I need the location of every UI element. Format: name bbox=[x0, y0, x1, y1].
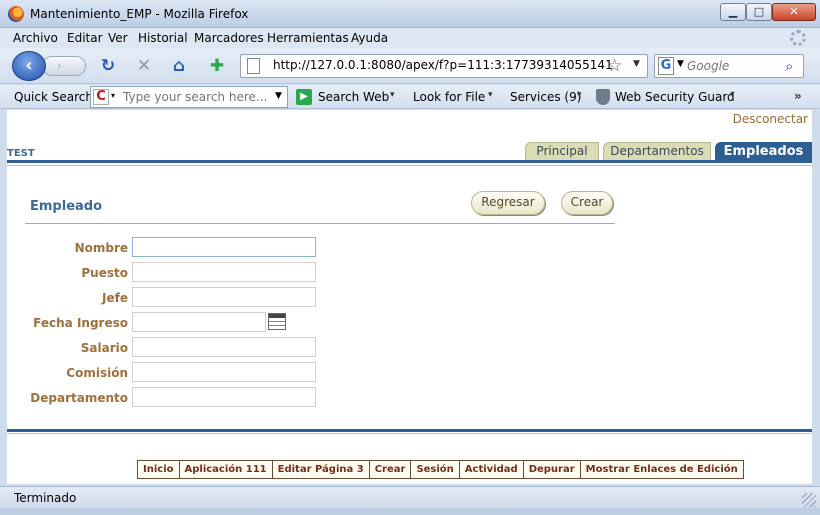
addon-icon[interactable]: ✚ bbox=[207, 57, 227, 77]
services-button[interactable]: Services (9) bbox=[510, 90, 581, 104]
google-engine-icon[interactable]: G bbox=[658, 57, 674, 75]
menu-archivo[interactable]: Archivo bbox=[13, 31, 58, 45]
navigation-toolbar: › ‹ ↻ ✕ ⌂ ✚ ☆ ▼ G ▼ ⌕ bbox=[0, 48, 820, 84]
nombre-field[interactable] bbox=[132, 237, 316, 257]
footer-divider bbox=[7, 429, 812, 432]
look-for-file-dropdown-icon[interactable]: ▾ bbox=[488, 90, 493, 100]
tab-bar: Principal Departamentos Empleados bbox=[7, 140, 812, 160]
quick-search-label: Quick Search: bbox=[14, 90, 98, 104]
developer-toolbar: Inicio Aplicación 111 Editar Página 3 Cr… bbox=[137, 460, 744, 479]
close-window-button[interactable]: ✕ bbox=[772, 3, 816, 21]
search-icon[interactable]: ⌕ bbox=[785, 57, 793, 75]
home-icon[interactable]: ⌂ bbox=[169, 57, 189, 77]
status-bar: Terminado bbox=[0, 486, 820, 508]
quick-search-box[interactable]: C ▾ ▼ bbox=[90, 86, 288, 108]
resize-grip-icon[interactable] bbox=[802, 493, 816, 507]
menu-ver[interactable]: Ver bbox=[108, 31, 128, 45]
window-frame-bottom bbox=[0, 508, 820, 515]
c-engine-dropdown-icon[interactable]: ▾ bbox=[111, 91, 115, 100]
comision-label: Comisión bbox=[66, 366, 128, 380]
fecha-ingreso-label: Fecha Ingreso bbox=[33, 316, 128, 330]
salario-field[interactable] bbox=[132, 337, 316, 357]
tab-departamentos[interactable]: Departamentos bbox=[603, 142, 711, 160]
throbber-icon bbox=[790, 30, 806, 46]
departamento-field[interactable] bbox=[132, 387, 316, 407]
look-for-file-button[interactable]: Look for File bbox=[413, 90, 485, 104]
back-button[interactable]: ‹ bbox=[12, 51, 46, 81]
search-input[interactable] bbox=[687, 59, 781, 73]
menu-ayuda[interactable]: Ayuda bbox=[351, 31, 388, 45]
stop-icon[interactable]: ✕ bbox=[134, 57, 154, 77]
chevron-right-icon[interactable]: » bbox=[794, 89, 802, 103]
departamento-label: Departamento bbox=[30, 391, 128, 405]
dev-mostrar-enlaces-link[interactable]: Mostrar Enlaces de Edición bbox=[581, 461, 743, 478]
crear-button[interactable]: Crear bbox=[561, 191, 613, 215]
services-dropdown-icon[interactable]: ▾ bbox=[577, 90, 582, 100]
menu-marcadores[interactable]: Marcadores bbox=[194, 31, 264, 45]
search-toolbar: Quick Search: C ▾ ▼ ▶ Search Web ▾ Look … bbox=[0, 85, 820, 109]
dev-crear-link[interactable]: Crear bbox=[370, 461, 412, 478]
dev-sesion-link[interactable]: Sesión bbox=[411, 461, 460, 478]
fecha-ingreso-field[interactable] bbox=[132, 312, 266, 332]
quick-search-input[interactable] bbox=[123, 90, 269, 104]
web-security-guard-dropdown-icon[interactable]: ▾ bbox=[730, 90, 735, 100]
quick-search-dropdown-icon[interactable]: ▼ bbox=[275, 91, 282, 101]
search-web-button[interactable]: Search Web bbox=[318, 90, 389, 104]
search-bar[interactable]: G ▼ ⌕ bbox=[654, 54, 804, 78]
bookmark-star-icon[interactable]: ☆ bbox=[607, 56, 622, 76]
forward-button[interactable]: › bbox=[42, 56, 86, 76]
menu-editar[interactable]: Editar bbox=[67, 31, 103, 45]
salario-label: Salario bbox=[80, 341, 128, 355]
region-title: Empleado bbox=[30, 199, 103, 214]
comision-field[interactable] bbox=[132, 362, 316, 382]
engine-dropdown-icon[interactable]: ▼ bbox=[677, 59, 684, 69]
web-security-guard-button[interactable]: Web Security Guard bbox=[615, 90, 735, 104]
dev-depurar-link[interactable]: Depurar bbox=[524, 461, 581, 478]
window-title: Mantenimiento_EMP - Mozilla Firefox bbox=[30, 7, 249, 21]
maximize-button[interactable]: □ bbox=[746, 3, 772, 21]
play-icon[interactable]: ▶ bbox=[296, 89, 312, 105]
c-engine-icon[interactable]: C bbox=[93, 89, 109, 105]
url-bar[interactable]: ☆ ▼ bbox=[240, 54, 648, 78]
footer-divider-thin bbox=[7, 433, 812, 434]
nombre-label: Nombre bbox=[74, 241, 128, 255]
jefe-label: Jefe bbox=[102, 291, 128, 305]
tab-divider bbox=[7, 160, 812, 163]
firefox-icon bbox=[8, 6, 24, 22]
dev-aplicacion-link[interactable]: Aplicación 111 bbox=[180, 461, 273, 478]
minimize-button[interactable]: ▁ bbox=[720, 3, 746, 21]
reload-icon[interactable]: ↻ bbox=[98, 57, 118, 77]
url-input[interactable] bbox=[273, 58, 613, 72]
search-web-dropdown-icon[interactable]: ▾ bbox=[390, 90, 395, 100]
menu-herramientas[interactable]: Herramientas bbox=[267, 31, 349, 45]
tab-divider-thin bbox=[7, 165, 812, 166]
page-content: Desconectar TEST Principal Departamentos… bbox=[7, 110, 812, 484]
region-divider bbox=[25, 223, 615, 224]
puesto-field[interactable] bbox=[132, 262, 316, 282]
puesto-label: Puesto bbox=[81, 266, 128, 280]
window-titlebar: Mantenimiento_EMP - Mozilla Firefox ▁ □ … bbox=[0, 0, 820, 28]
shield-icon bbox=[596, 89, 610, 105]
tab-empleados[interactable]: Empleados bbox=[715, 142, 812, 160]
page-icon bbox=[247, 58, 260, 74]
menu-historial[interactable]: Historial bbox=[138, 31, 188, 45]
jefe-field[interactable] bbox=[132, 287, 316, 307]
dev-editar-pagina-link[interactable]: Editar Página 3 bbox=[273, 461, 370, 478]
calendar-icon[interactable] bbox=[268, 313, 286, 330]
status-text: Terminado bbox=[14, 491, 77, 505]
dev-inicio-link[interactable]: Inicio bbox=[138, 461, 180, 478]
menu-bar: Archivo Editar Ver Historial Marcadores … bbox=[0, 28, 820, 48]
tab-principal[interactable]: Principal bbox=[525, 142, 599, 160]
url-dropdown-icon[interactable]: ▼ bbox=[633, 59, 640, 69]
regresar-button[interactable]: Regresar bbox=[471, 191, 545, 215]
dev-actividad-link[interactable]: Actividad bbox=[460, 461, 524, 478]
logout-link[interactable]: Desconectar bbox=[733, 112, 808, 126]
